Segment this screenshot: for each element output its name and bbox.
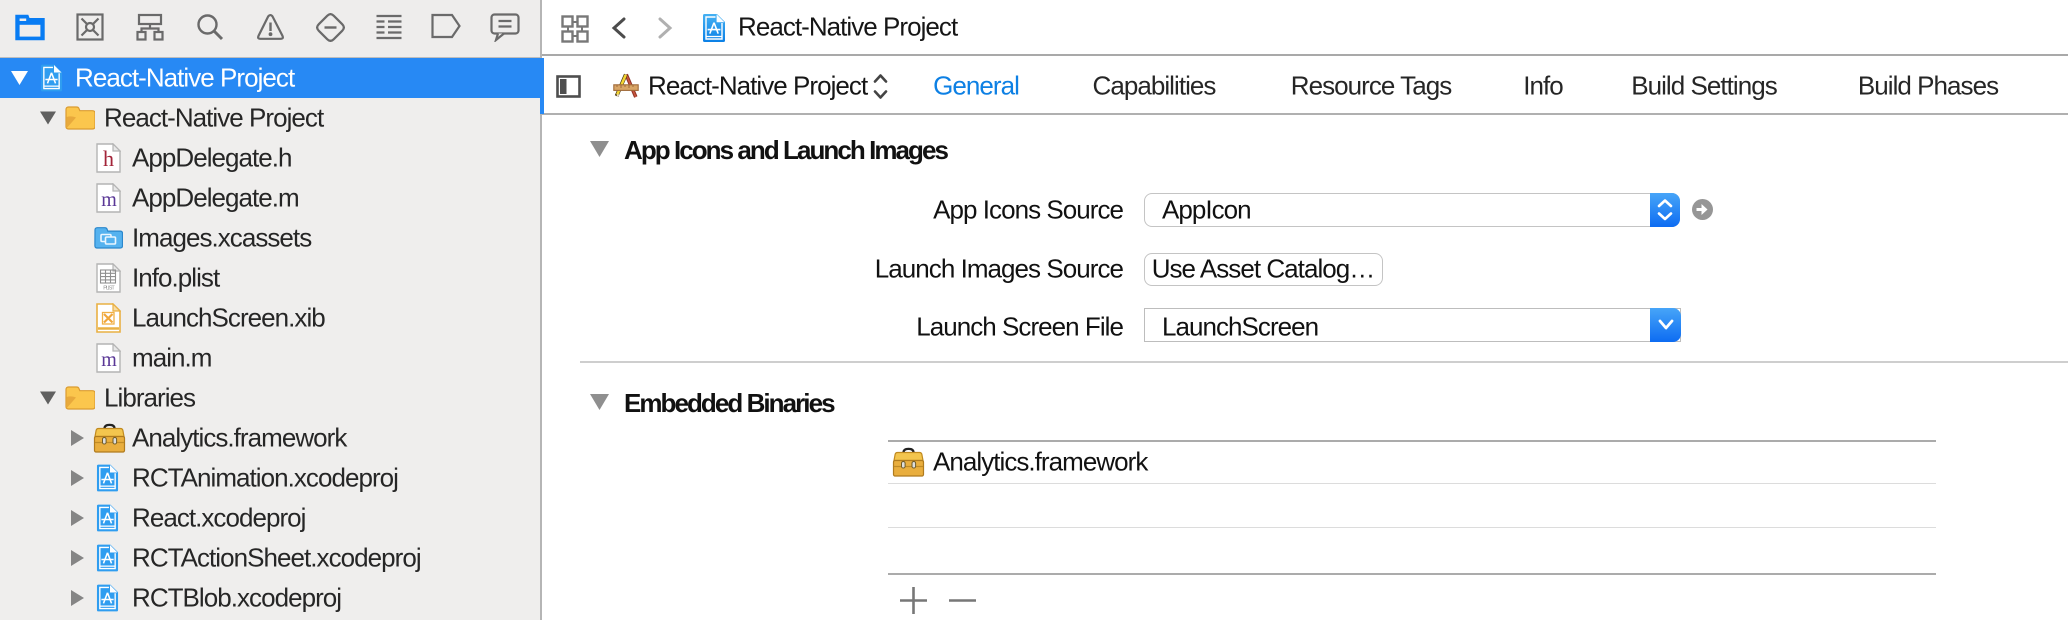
svg-text:PLIST: PLIST (103, 286, 115, 292)
svg-text:m: m (101, 189, 117, 211)
svg-text:h: h (103, 146, 114, 171)
svg-text:m: m (101, 349, 117, 371)
